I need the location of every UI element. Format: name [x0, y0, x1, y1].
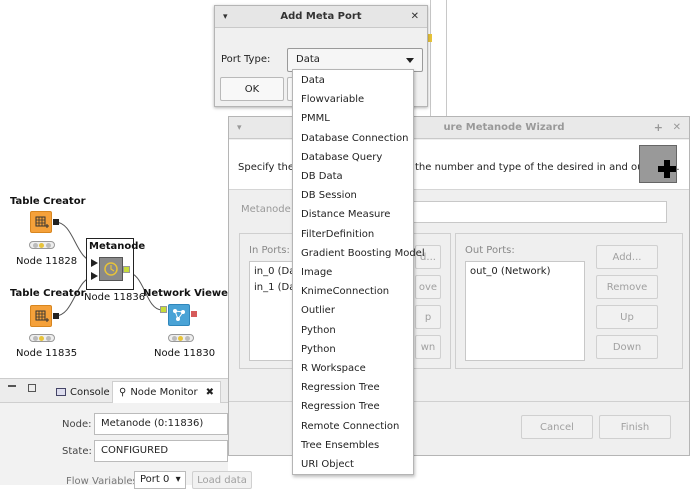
table-icon — [35, 310, 49, 322]
node-field-label: Node: — [62, 419, 92, 430]
node-label: Node 11836 — [84, 292, 146, 303]
status-traffic-light — [168, 334, 194, 342]
node-label: Node 11828 — [16, 256, 78, 267]
port-type-option[interactable]: Tree Ensembles — [293, 436, 413, 455]
in-up-button[interactable]: p — [415, 305, 441, 329]
chevron-down-icon: ▾ — [175, 474, 181, 485]
plus-icon[interactable]: + — [654, 117, 663, 139]
close-icon[interactable]: ✕ — [673, 117, 681, 139]
monitor-icon: ⚲ — [119, 387, 127, 398]
network-viewer-input-port[interactable] — [160, 306, 167, 313]
in-down-button[interactable]: wn — [415, 335, 441, 359]
node-title-metanode: Metanode — [89, 241, 146, 252]
maximize-icon[interactable] — [28, 384, 36, 392]
add-port-title: Add Meta Port — [280, 11, 362, 22]
network-viewer-output-port[interactable] — [191, 311, 197, 317]
ok-button[interactable]: OK — [220, 77, 284, 101]
node-field[interactable]: Metanode (0:11836) — [94, 413, 228, 435]
status-traffic-light — [29, 241, 55, 249]
flow-variables-label: Flow Variables — [66, 476, 138, 487]
out-up-button[interactable]: Up — [596, 305, 658, 329]
port-type-option[interactable]: Outlier — [293, 301, 413, 320]
port-type-option[interactable]: Database Connection — [293, 129, 413, 148]
out-down-button[interactable]: Down — [596, 335, 658, 359]
port-type-option[interactable]: FilterDefinition — [293, 225, 413, 244]
window-menu-icon[interactable]: ▾ — [223, 6, 228, 28]
port-type-option[interactable]: Regression Tree — [293, 378, 413, 397]
close-icon[interactable]: ✖ — [206, 387, 214, 398]
out-add-button[interactable]: Add... — [596, 245, 658, 269]
wizard-title: ure Metanode Wizard — [443, 122, 565, 133]
node-title-table-creator-2: Table Creator — [10, 288, 86, 299]
port-type-option[interactable]: DB Session — [293, 186, 413, 205]
node-title-network-viewer: Network Viewer — [143, 288, 233, 299]
node-label: Node 11835 — [16, 348, 78, 359]
editor-divider-2 — [446, 0, 447, 120]
in-remove-button[interactable]: ove — [415, 275, 441, 299]
connection-marker — [428, 34, 432, 42]
table-icon — [35, 216, 49, 228]
metanode-node[interactable] — [99, 257, 123, 281]
panel-tabbar: Console ⚲ Node Monitor ✖ — [0, 379, 228, 403]
port-type-option[interactable]: URI Object — [293, 455, 413, 474]
port-type-option[interactable]: DB Data — [293, 167, 413, 186]
out-remove-button[interactable]: Remove — [596, 275, 658, 299]
port-type-label: Port Type: — [221, 54, 271, 65]
chevron-down-icon — [406, 58, 414, 63]
in-ports-label: In Ports: — [249, 245, 290, 256]
network-viewer-node[interactable] — [168, 304, 190, 326]
metanode-input-ports — [91, 259, 98, 280]
node-monitor-panel: Console ⚲ Node Monitor ✖ Node: Metanode … — [0, 378, 252, 489]
node-title-table-creator-1: Table Creator — [10, 196, 86, 207]
editor-divider — [430, 0, 431, 120]
status-traffic-light — [29, 334, 55, 342]
state-field: CONFIGURED — [94, 440, 228, 462]
table-creator-node-1[interactable] — [30, 211, 52, 233]
port-type-option[interactable]: Flowvariable — [293, 90, 413, 109]
cancel-button[interactable]: Cancel — [521, 415, 593, 439]
port-type-option[interactable]: KnimeConnection — [293, 282, 413, 301]
metanode-output-port[interactable] — [123, 266, 130, 273]
table-creator-node-2[interactable] — [30, 305, 52, 327]
port-type-option[interactable]: Python — [293, 321, 413, 340]
minimize-icon[interactable] — [8, 385, 16, 387]
port-type-option[interactable]: Data — [293, 71, 413, 90]
load-data-button[interactable]: Load data — [192, 471, 252, 489]
add-port-title-bar: ▾ Add Meta Port ✕ — [215, 6, 427, 28]
state-field-label: State: — [62, 446, 92, 457]
port-type-option[interactable]: Python — [293, 340, 413, 359]
tab-node-monitor[interactable]: ⚲ Node Monitor ✖ — [112, 381, 222, 403]
port-type-option[interactable]: Image — [293, 263, 413, 282]
network-icon — [173, 309, 185, 321]
wizard-add-icon — [639, 145, 677, 183]
tab-console[interactable]: Console — [56, 381, 110, 403]
output-port[interactable] — [53, 219, 59, 225]
port-type-option[interactable]: PMML — [293, 109, 413, 128]
port-type-option[interactable]: R Workspace — [293, 359, 413, 378]
out-ports-label: Out Ports: — [465, 245, 515, 256]
port-type-option[interactable]: Gradient Boosting Model — [293, 244, 425, 263]
console-icon — [56, 388, 66, 396]
metanode-icon — [104, 262, 118, 276]
close-icon[interactable]: ✕ — [411, 6, 419, 28]
out-ports-list[interactable]: out_0 (Network) — [465, 261, 585, 361]
port-type-option[interactable]: Remote Connection — [293, 417, 413, 436]
port-type-option[interactable]: Distance Measure — [293, 205, 413, 224]
port-type-option[interactable]: Regression Tree — [293, 397, 413, 416]
output-port[interactable] — [53, 313, 59, 319]
node-label: Node 11830 — [154, 348, 216, 359]
port-select[interactable]: Port 0 ▾ — [134, 471, 186, 489]
port-type-option[interactable]: Database Query — [293, 148, 413, 167]
finish-button[interactable]: Finish — [599, 415, 671, 439]
window-menu-icon[interactable]: ▾ — [237, 117, 242, 139]
metanode-name-input[interactable] — [409, 201, 667, 223]
port-type-dropdown: Data Flowvariable PMML Database Connection D… — [292, 69, 425, 475]
list-item[interactable]: out_0 (Network) — [470, 264, 580, 280]
